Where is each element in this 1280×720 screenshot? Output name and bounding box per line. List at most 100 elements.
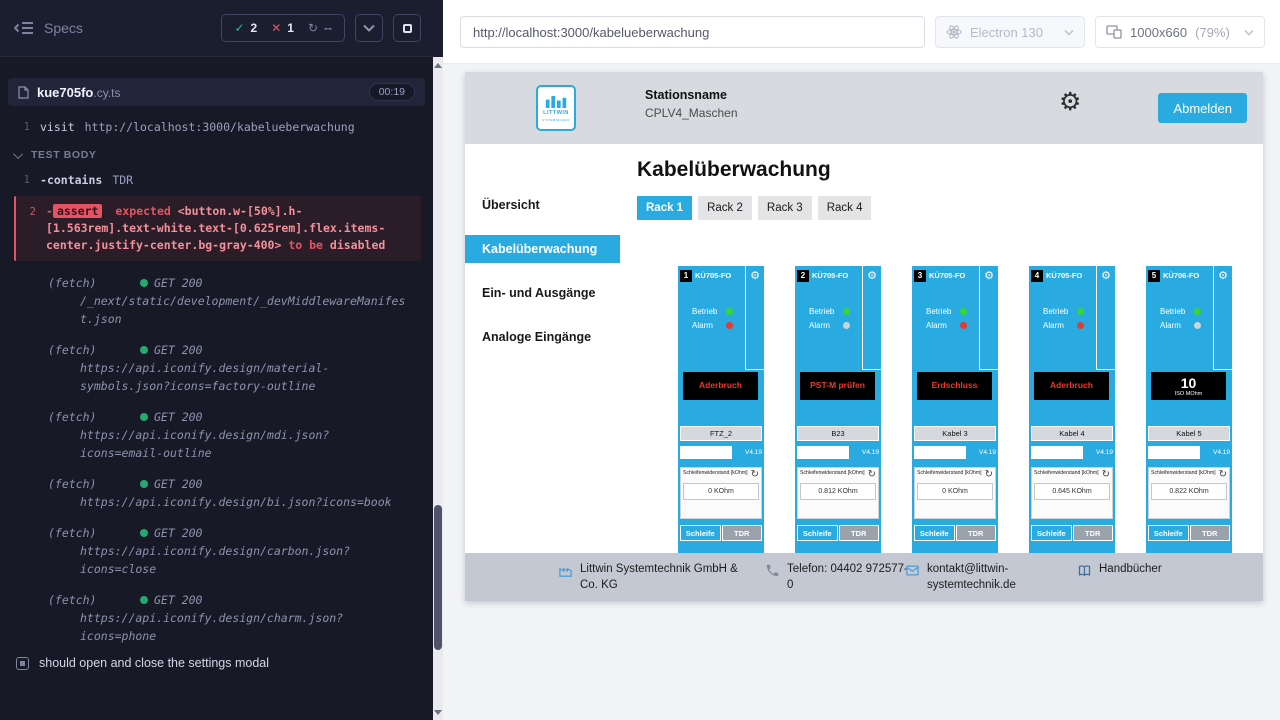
logout-button[interactable]: Abmelden — [1158, 93, 1247, 123]
command-contains[interactable]: 1 -contains TDR — [14, 171, 421, 190]
book-icon — [1077, 563, 1092, 578]
version-row: V4.19 — [797, 445, 879, 459]
schleife-button[interactable]: Schleife — [1031, 525, 1072, 541]
card-side-column: ⚙ — [979, 266, 998, 370]
card-settings-gear-icon[interactable]: ⚙ — [867, 270, 877, 282]
version-row: V4.19 — [680, 445, 762, 459]
test-body-section-toggle[interactable]: TEST BODY — [16, 149, 421, 161]
card-number: 1 — [680, 270, 692, 282]
card-settings-gear-icon[interactable]: ⚙ — [750, 270, 760, 282]
rack-tab[interactable]: Rack 3 — [758, 196, 812, 220]
card-number: 5 — [1148, 270, 1160, 282]
browser-select[interactable]: Electron 130 — [935, 16, 1085, 48]
cable-name: Kabel 3 — [914, 426, 996, 441]
betrieb-status-dot — [843, 308, 850, 315]
fetch-log-entry[interactable]: (fetch) GET 200 https://api.iconify.desi… — [14, 408, 421, 462]
collapse-tests-button[interactable] — [355, 14, 383, 42]
card-buttons: Schleife TDR — [914, 525, 996, 541]
betrieb-status-dot — [1194, 308, 1201, 315]
fetch-url: https://api.iconify.design/carbon.json?i… — [80, 542, 412, 578]
viewport-select[interactable]: 1000x660 (79%) — [1095, 16, 1265, 48]
footer-manuals[interactable]: Handbücher — [1077, 562, 1162, 578]
nav-item[interactable]: Analoge Eingänge — [465, 323, 620, 351]
betrieb-status-dot — [1077, 308, 1084, 315]
status-display: PST-M prüfen — [800, 372, 875, 400]
stop-tests-button[interactable] — [393, 14, 421, 42]
tdr-button[interactable]: TDR — [722, 525, 763, 541]
fetch-status: GET 200 — [140, 341, 202, 359]
spec-file-ext: .cy.ts — [93, 86, 120, 100]
fetch-row: (fetch) GET 200 — [14, 274, 421, 292]
tdr-button[interactable]: TDR — [1190, 525, 1231, 541]
fetch-log-entry[interactable]: (fetch) GET 200 https://api.iconify.desi… — [14, 475, 421, 511]
collapsed-test-row[interactable]: should open and close the settings modal — [0, 650, 433, 676]
fetch-log-entry[interactable]: (fetch) GET 200 https://api.iconify.desi… — [14, 341, 421, 395]
specs-title: Specs — [44, 20, 83, 36]
fetch-log-entry[interactable]: (fetch) GET 200 https://api.iconify.desi… — [14, 524, 421, 578]
fetch-tag: (fetch) — [48, 274, 140, 292]
nav-item[interactable]: Übersicht — [465, 191, 620, 219]
schleife-button[interactable]: Schleife — [797, 525, 838, 541]
reporter-header: Specs ✓2 ✕1 ↻-- — [0, 0, 433, 57]
refresh-icon[interactable]: ↻ — [985, 470, 993, 480]
fetch-status: GET 200 — [140, 274, 202, 292]
app-footer: Littwin Systemtechnik GmbH & Co. KG Tele… — [465, 553, 1263, 601]
fetch-status: GET 200 — [140, 475, 202, 493]
test-state-icon — [16, 657, 29, 670]
betrieb-status-dot — [726, 308, 733, 315]
alarm-status-dot — [726, 322, 733, 329]
rack-tab[interactable]: Rack 4 — [818, 196, 872, 220]
rack-tab[interactable]: Rack 1 — [637, 196, 692, 220]
fetch-log-entry[interactable]: (fetch) GET 200 https://api.iconify.desi… — [14, 591, 421, 645]
url-input[interactable] — [460, 16, 925, 48]
resistance-label: Schleifenwiderstand [kOhm] — [1151, 470, 1216, 476]
firmware-version: V4.19 — [1213, 449, 1230, 456]
fetch-tag: (fetch) — [48, 591, 140, 609]
card-settings-gear-icon[interactable]: ⚙ — [1101, 270, 1111, 282]
refresh-icon[interactable]: ↻ — [868, 470, 876, 480]
fetch-tag: (fetch) — [48, 341, 140, 359]
device-cards-row: ⚙ 1 KÜ705-FO Betrieb — [678, 266, 1263, 553]
resistance-label: Schleifenwiderstand [kOhm] — [917, 470, 982, 476]
chevron-down-icon — [13, 149, 23, 159]
scroll-down-arrow[interactable] — [434, 710, 442, 715]
schleife-button[interactable]: Schleife — [1148, 525, 1189, 541]
command-visit[interactable]: 1 visit http://localhost:3000/kabelueber… — [14, 118, 421, 137]
card-settings-gear-icon[interactable]: ⚙ — [1218, 270, 1228, 282]
nav-item[interactable]: Ein- und Ausgänge — [465, 279, 620, 307]
settings-gear-icon[interactable]: ⚙ — [1059, 90, 1081, 115]
viewport-size: 1000x660 — [1130, 25, 1187, 40]
tdr-button[interactable]: TDR — [956, 525, 997, 541]
reporter-scrollbar[interactable] — [433, 0, 443, 720]
command-log: 1 visit http://localhost:3000/kabelueber… — [0, 106, 433, 650]
refresh-icon[interactable]: ↻ — [1219, 470, 1227, 480]
schleife-button[interactable]: Schleife — [914, 525, 955, 541]
chevron-down-icon — [1244, 29, 1254, 36]
command-number: 2 — [20, 203, 36, 254]
schleife-button[interactable]: Schleife — [680, 525, 721, 541]
refresh-icon[interactable]: ↻ — [1102, 470, 1110, 480]
tdr-button[interactable]: TDR — [839, 525, 880, 541]
fetch-url: https://api.iconify.design/mdi.json?icon… — [80, 426, 412, 462]
fetch-row: (fetch) GET 200 — [14, 408, 421, 426]
logo-text: LITTWIN — [543, 110, 569, 116]
spec-file-bar[interactable]: kue705fo.cy.ts 00:19 — [8, 78, 425, 106]
scroll-up-arrow[interactable] — [434, 63, 442, 68]
fetch-log-entry[interactable]: (fetch) GET 200 /_next/static/developmen… — [14, 274, 421, 328]
mail-icon — [905, 563, 920, 578]
specs-menu-icon[interactable] — [14, 21, 34, 35]
resistance-panel: Schleifenwiderstand [kOhm] ↻ 0.645 KOhm — [1031, 467, 1113, 519]
tdr-button[interactable]: TDR — [1073, 525, 1114, 541]
card-side-column: ⚙ — [1213, 266, 1232, 370]
card-settings-gear-icon[interactable]: ⚙ — [984, 270, 994, 282]
stat-passed: ✓2 — [234, 21, 257, 35]
nav-item[interactable]: Kabelüberwachung — [465, 235, 620, 263]
spacer-box — [914, 446, 966, 459]
success-dot-icon — [140, 529, 148, 537]
scrollbar-thumb[interactable] — [434, 505, 442, 650]
refresh-icon[interactable]: ↻ — [751, 470, 759, 480]
littwin-logo-icon — [544, 95, 568, 108]
rack-tab[interactable]: Rack 2 — [698, 196, 752, 220]
spacer-box — [1148, 446, 1200, 459]
failed-assert-command[interactable]: 2 -assert expected <button.w-[50%].h-[1.… — [14, 196, 421, 261]
